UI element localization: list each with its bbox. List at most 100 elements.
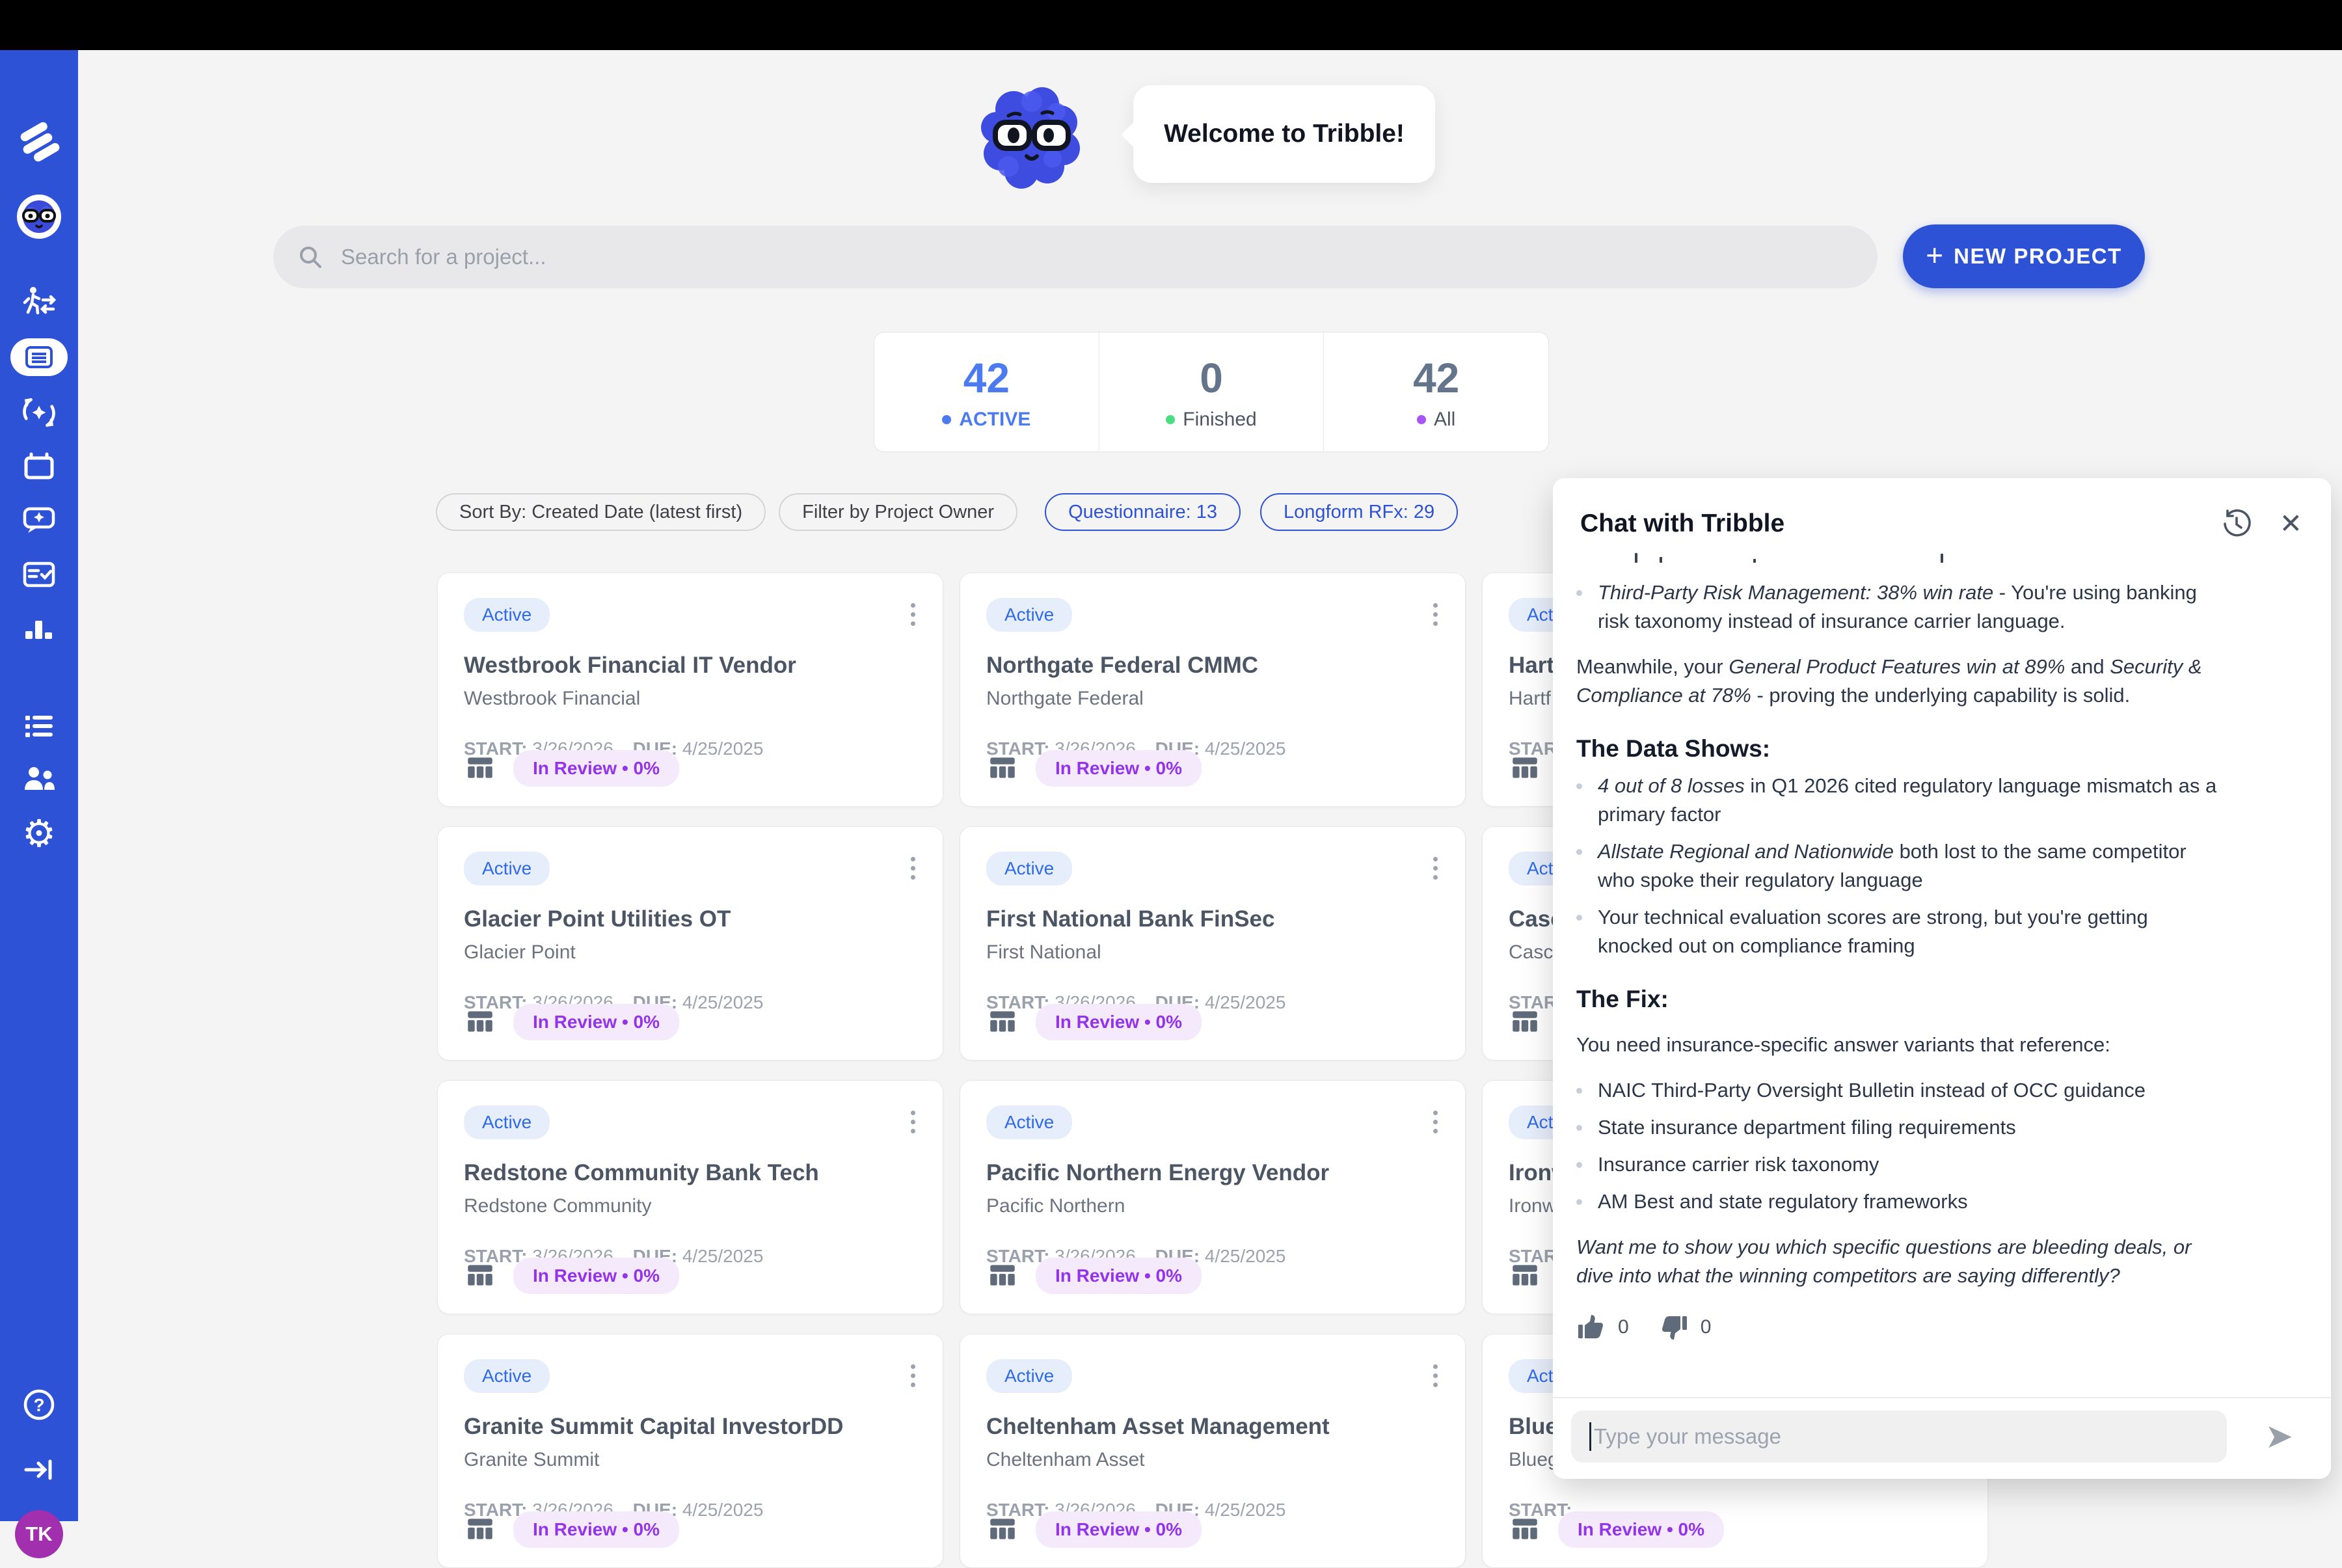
sidebar-item-projects[interactable]	[0, 338, 78, 376]
project-card[interactable]: Active Northgate Federal CMMC Northgate …	[960, 573, 1466, 807]
project-card[interactable]: Active Glacier Point Utilities OT Glacie…	[437, 826, 943, 1061]
sidebar-item-analytics[interactable]	[0, 610, 78, 647]
chat-input-row: Type your message ➤	[1553, 1397, 2331, 1479]
sidebar-item-list[interactable]	[0, 708, 78, 744]
table-view-icon[interactable]	[1509, 752, 1541, 785]
settings-gear-icon: ⚙	[22, 815, 56, 853]
chat-heading: The Data Shows:	[1576, 735, 2224, 763]
sidebar-item-checklist[interactable]	[0, 556, 78, 593]
bullet-dot	[1576, 849, 1582, 855]
search-icon	[297, 243, 324, 271]
all-dot	[1417, 415, 1426, 424]
chat-bullet: 4 out of 8 losses in Q1 2026 cited regul…	[1576, 772, 2224, 829]
table-view-icon[interactable]	[464, 752, 496, 785]
project-card[interactable]: Active Granite Summit Capital InvestorDD…	[437, 1334, 943, 1568]
table-view-icon[interactable]	[1509, 1006, 1541, 1038]
sync-sparkle-icon	[20, 394, 58, 431]
project-subtitle: Granite Summit	[464, 1449, 917, 1471]
close-button[interactable]: ✕	[2280, 510, 2302, 537]
table-view-icon[interactable]	[986, 752, 1019, 785]
chat-paragraph: Meanwhile, your General Product Features…	[1576, 653, 2224, 710]
assistant-avatar[interactable]	[0, 193, 78, 240]
sidebar-item-handoff[interactable]	[0, 284, 78, 321]
project-title: Northgate Federal CMMC	[986, 653, 1439, 679]
stat-all[interactable]: 42 All	[1323, 332, 1548, 452]
chat-paragraph: You need insurance-specific answer varia…	[1576, 1031, 2224, 1059]
chat-bullet: Your technical evaluation scores are str…	[1576, 903, 2224, 960]
table-view-icon[interactable]	[464, 1260, 496, 1292]
table-view-icon[interactable]	[1509, 1513, 1541, 1546]
chat-panel: Chat with Tribble ✕ Third-Party Risk Man…	[1553, 478, 2331, 1479]
chat-bullet: State insurance department filing requir…	[1576, 1113, 2224, 1142]
project-card[interactable]: Active Pacific Northern Energy Vendor Pa…	[960, 1080, 1466, 1314]
kebab-menu-icon[interactable]	[907, 1107, 919, 1137]
tribble-mascot	[975, 83, 1089, 196]
table-view-icon[interactable]	[986, 1513, 1019, 1546]
avatar-initials: TK	[15, 1510, 63, 1558]
table-view-icon[interactable]	[986, 1260, 1019, 1292]
project-card[interactable]: Active Westbrook Financial IT Vendor Wes…	[437, 573, 943, 807]
new-project-button[interactable]: + NEW PROJECT	[1903, 224, 2145, 288]
longform-rfx-chip[interactable]: Longform RFx: 29	[1260, 493, 1458, 531]
table-view-icon[interactable]	[986, 1006, 1019, 1038]
tribble-logo[interactable]	[0, 122, 78, 165]
search-input[interactable]	[341, 245, 1854, 269]
project-card[interactable]: Active Redstone Community Bank Tech Reds…	[437, 1080, 943, 1314]
text-cursor	[1589, 1422, 1591, 1451]
chat-bullet: AM Best and state regulatory frameworks	[1576, 1187, 2224, 1216]
thumbs-down-button[interactable]	[1659, 1312, 1689, 1342]
review-progress-badge: In Review • 0%	[513, 1258, 679, 1294]
review-progress-badge: In Review • 0%	[1036, 750, 1202, 787]
review-progress-badge: In Review • 0%	[513, 1004, 679, 1040]
plus-icon: +	[1926, 240, 1943, 270]
thumbs-up-button[interactable]	[1576, 1312, 1606, 1342]
sort-by-chip[interactable]: Sort By: Created Date (latest first)	[436, 493, 766, 531]
status-badge: Active	[464, 1105, 550, 1139]
sidebar-item-logout[interactable]	[0, 1452, 78, 1488]
kebab-menu-icon[interactable]	[1429, 1107, 1442, 1137]
send-icon: ➤	[2265, 1420, 2293, 1453]
thumbs-up-icon	[1576, 1312, 1606, 1342]
filter-row: Sort By: Created Date (latest first) Fil…	[436, 493, 1458, 531]
table-view-icon[interactable]	[464, 1513, 496, 1546]
bullet-dot	[1576, 1125, 1582, 1131]
walking-person-handoff-icon	[21, 284, 57, 321]
kebab-menu-icon[interactable]	[907, 853, 919, 884]
review-progress-badge: In Review • 0%	[513, 750, 679, 787]
kebab-menu-icon[interactable]	[907, 1360, 919, 1391]
kebab-menu-icon[interactable]	[907, 599, 919, 630]
table-view-icon[interactable]	[1509, 1260, 1541, 1292]
project-subtitle: First National	[986, 941, 1439, 964]
thumbs-up-count: 0	[1618, 1313, 1629, 1342]
project-title: Westbrook Financial IT Vendor	[464, 653, 917, 679]
kebab-menu-icon[interactable]	[1429, 1360, 1442, 1391]
project-title: Granite Summit Capital InvestorDD	[464, 1414, 917, 1440]
history-button[interactable]	[2221, 508, 2252, 539]
sidebar-item-help[interactable]: ?	[0, 1386, 78, 1423]
sidebar-item-sync[interactable]	[0, 394, 78, 431]
chat-message-area[interactable]: Third-Party Risk Management: 38% win rat…	[1553, 551, 2331, 1396]
chat-paragraph-italic: Want me to show you which specific quest…	[1576, 1233, 2224, 1290]
project-card[interactable]: Active Cheltenham Asset Management Chelt…	[960, 1334, 1466, 1568]
kebab-menu-icon[interactable]	[1429, 853, 1442, 884]
project-card[interactable]: Active First National Bank FinSec First …	[960, 826, 1466, 1061]
table-view-icon[interactable]	[464, 1006, 496, 1038]
clipped-scrolled-text	[1576, 551, 2224, 563]
filter-owner-chip[interactable]: Filter by Project Owner	[779, 493, 1017, 531]
projects-list-icon	[23, 342, 55, 373]
kebab-menu-icon[interactable]	[1429, 599, 1442, 630]
top-bar	[0, 0, 2342, 50]
project-title: Cheltenham Asset Management	[986, 1414, 1439, 1440]
sidebar-item-chat[interactable]	[0, 502, 78, 538]
chat-input[interactable]: Type your message	[1571, 1411, 2227, 1463]
sidebar-item-team[interactable]	[0, 761, 78, 798]
project-search[interactable]	[273, 226, 1878, 288]
user-avatar[interactable]: TK	[0, 1510, 78, 1558]
send-button[interactable]: ➤	[2265, 1420, 2293, 1453]
stat-active[interactable]: 42 ACTIVE	[874, 332, 1099, 452]
sidebar-item-tray[interactable]	[0, 448, 78, 484]
sidebar-item-settings[interactable]: ⚙	[0, 815, 78, 853]
message-feedback: 0 0	[1576, 1312, 2224, 1342]
questionnaire-chip[interactable]: Questionnaire: 13	[1045, 493, 1241, 531]
stat-finished[interactable]: 0 Finished	[1099, 332, 1324, 452]
